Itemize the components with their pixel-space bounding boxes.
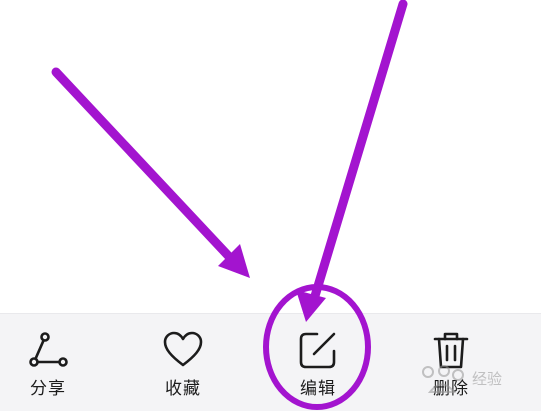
edit-button[interactable]: 编辑: [268, 314, 368, 411]
annotation-arrow-right: [296, 0, 408, 322]
share-label: 分享: [30, 379, 66, 399]
annotation-arrow-left: [51, 67, 250, 278]
share-icon: [29, 332, 68, 367]
edit-icon: [299, 332, 336, 369]
screen: 分享 收藏 编辑 删除 经验: [0, 0, 541, 411]
favorite-label: 收藏: [165, 379, 201, 399]
watermark: 经验: [414, 362, 539, 398]
share-button[interactable]: 分享: [0, 314, 98, 411]
edit-label: 编辑: [300, 379, 336, 399]
watermark-text: 经验: [472, 370, 503, 388]
watermark-logo-icon: [422, 365, 464, 393]
heart-icon: [163, 331, 203, 367]
favorite-button[interactable]: 收藏: [133, 314, 233, 411]
